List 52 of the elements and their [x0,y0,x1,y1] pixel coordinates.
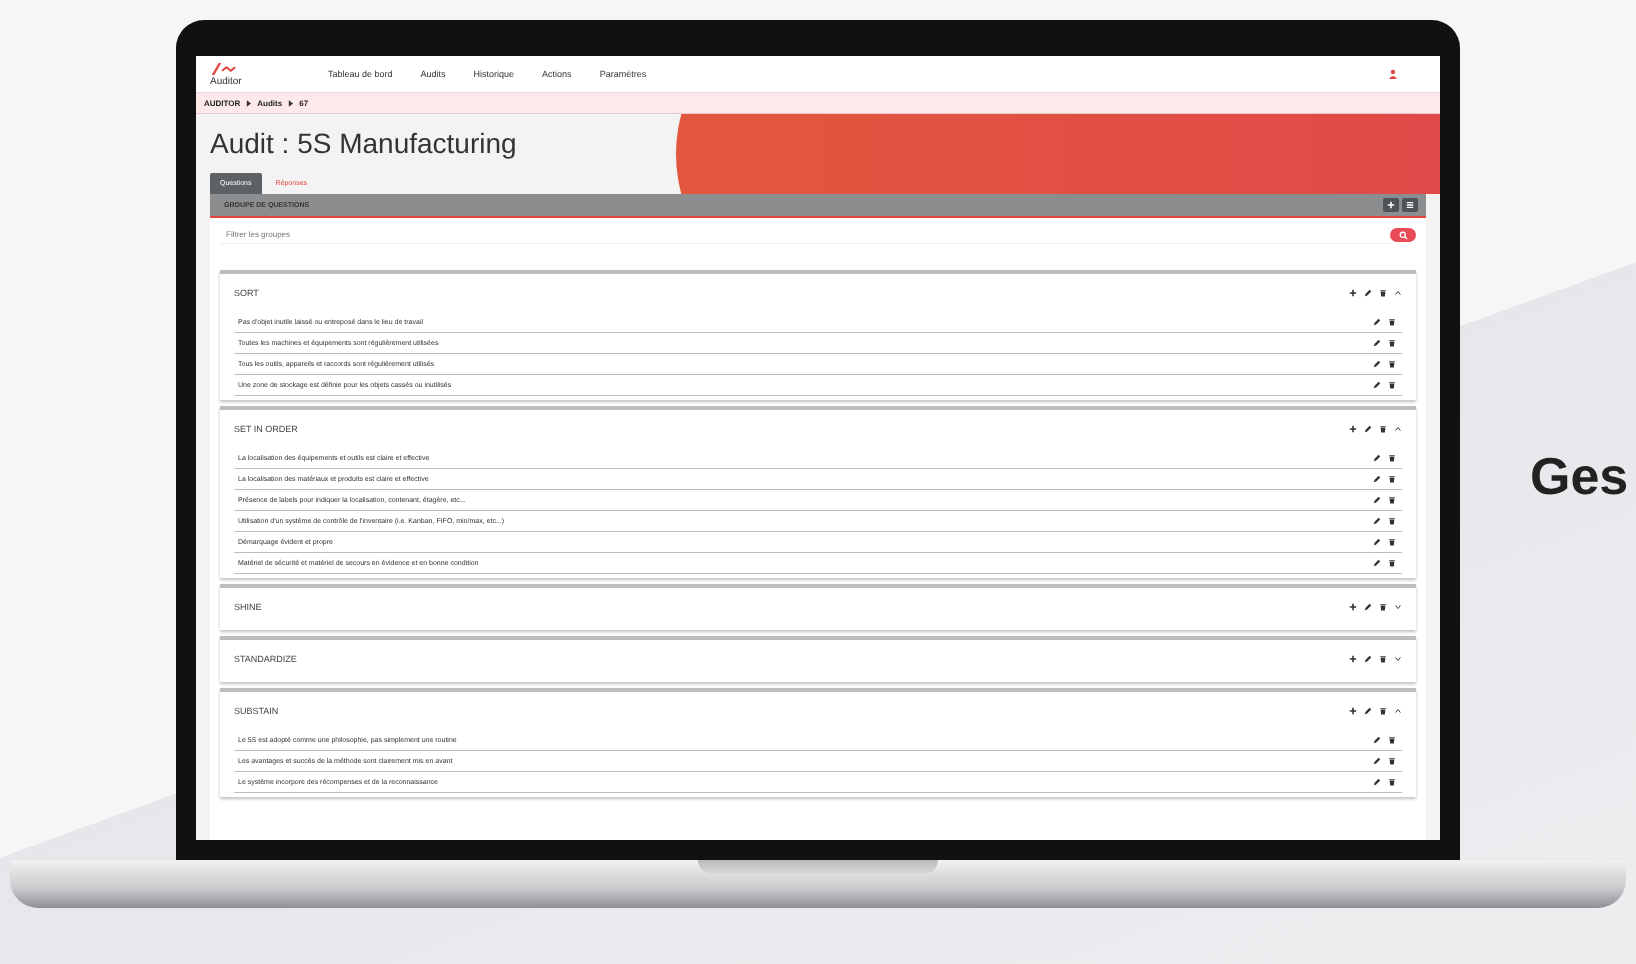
pencil-icon[interactable] [1364,603,1372,611]
plus-icon[interactable] [1349,603,1357,611]
pencil-icon[interactable] [1364,707,1372,715]
pencil-icon[interactable] [1364,425,1372,433]
trash-icon[interactable] [1379,655,1387,663]
search-button[interactable] [1390,228,1416,242]
trash-icon[interactable] [1388,517,1396,525]
list-button[interactable] [1402,198,1418,212]
trash-icon[interactable] [1388,559,1396,567]
plus-icon [1387,201,1395,209]
pencil-icon[interactable] [1364,655,1372,663]
trash-icon[interactable] [1379,707,1387,715]
plus-icon[interactable] [1349,707,1357,715]
trash-icon[interactable] [1388,736,1396,744]
page-title: Audit : 5S Manufacturing [210,128,519,160]
pencil-icon[interactable] [1373,454,1381,462]
pencil-icon[interactable] [1373,475,1381,483]
trash-icon[interactable] [1388,318,1396,326]
trash-icon[interactable] [1388,757,1396,765]
user-icon[interactable] [1388,69,1398,79]
pencil-icon[interactable] [1373,339,1381,347]
trash-icon[interactable] [1388,538,1396,546]
chevron-right-icon [288,99,294,107]
pencil-icon[interactable] [1373,757,1381,765]
trash-icon[interactable] [1388,475,1396,483]
pencil-icon[interactable] [1373,360,1381,368]
trash-icon[interactable] [1388,339,1396,347]
trash-icon[interactable] [1379,425,1387,433]
add-button[interactable] [1383,198,1399,212]
headline-text: Ges [1530,446,1629,508]
trash-icon[interactable] [1388,360,1396,368]
pencil-icon[interactable] [1373,517,1381,525]
trash-icon[interactable] [1379,289,1387,297]
trash-icon[interactable] [1388,381,1396,389]
trash-icon[interactable] [1379,603,1387,611]
pencil-icon[interactable] [1373,736,1381,744]
pencil-icon[interactable] [1373,496,1381,504]
trash-icon[interactable] [1388,496,1396,504]
pencil-icon[interactable] [1373,318,1381,326]
pencil-icon[interactable] [1373,778,1381,786]
search-icon [1398,230,1408,240]
pencil-icon[interactable] [1373,538,1381,546]
pencil-icon[interactable] [1373,381,1381,389]
plus-icon[interactable] [1349,289,1357,297]
plus-icon[interactable] [1349,425,1357,433]
pencil-icon[interactable] [1364,289,1372,297]
chevron-right-icon [246,99,252,107]
trash-icon[interactable] [1388,454,1396,462]
trash-icon[interactable] [1388,778,1396,786]
logo-icon [210,61,236,76]
pencil-icon[interactable] [1373,559,1381,567]
plus-icon[interactable] [1349,655,1357,663]
